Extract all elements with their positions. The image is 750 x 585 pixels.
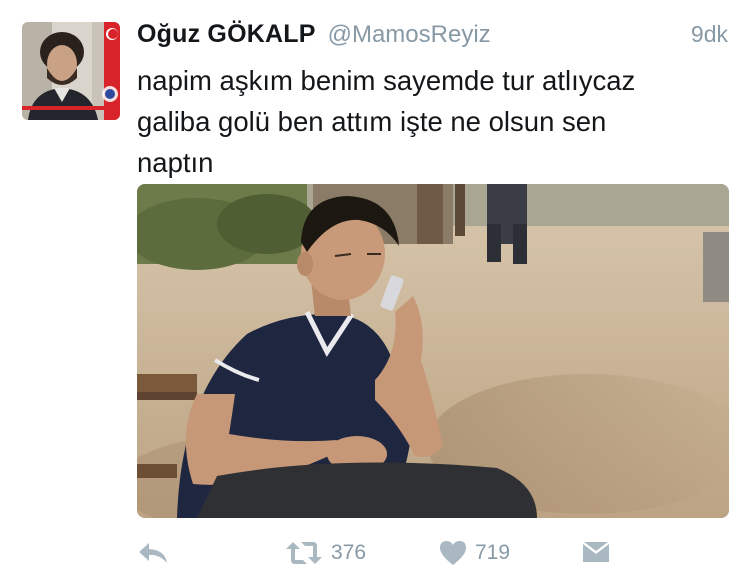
avatar-photo: [22, 22, 120, 120]
timestamp[interactable]: 9dk: [691, 21, 728, 48]
reply-icon: [137, 540, 169, 566]
avatar[interactable]: [22, 22, 120, 120]
tweet-text: napim aşkım benim sayemde tur atlıycaz g…: [137, 65, 636, 178]
heart-icon: [439, 540, 467, 566]
reply-button[interactable]: [137, 535, 169, 571]
direct-message-icon: [582, 541, 610, 565]
tweet[interactable]: Oğuz GÖKALP @MamosReyiz 9dk napim aşkım …: [0, 0, 750, 585]
tweet-header: Oğuz GÖKALP @MamosReyiz 9dk: [137, 20, 728, 54]
tweet-photo[interactable]: [137, 184, 729, 518]
like-button[interactable]: 719: [439, 535, 510, 571]
retweet-icon: [285, 540, 323, 566]
retweet-count: 376: [331, 541, 367, 564]
tweet-actions: 376 719: [137, 535, 729, 571]
retweet-button[interactable]: 376: [285, 535, 366, 571]
like-count: 719: [475, 541, 511, 564]
photo-boy-on-phone: [137, 184, 729, 518]
direct-message-button[interactable]: [582, 535, 610, 571]
display-name[interactable]: Oğuz GÖKALP: [137, 20, 316, 49]
user-handle[interactable]: @MamosReyiz: [328, 21, 491, 49]
